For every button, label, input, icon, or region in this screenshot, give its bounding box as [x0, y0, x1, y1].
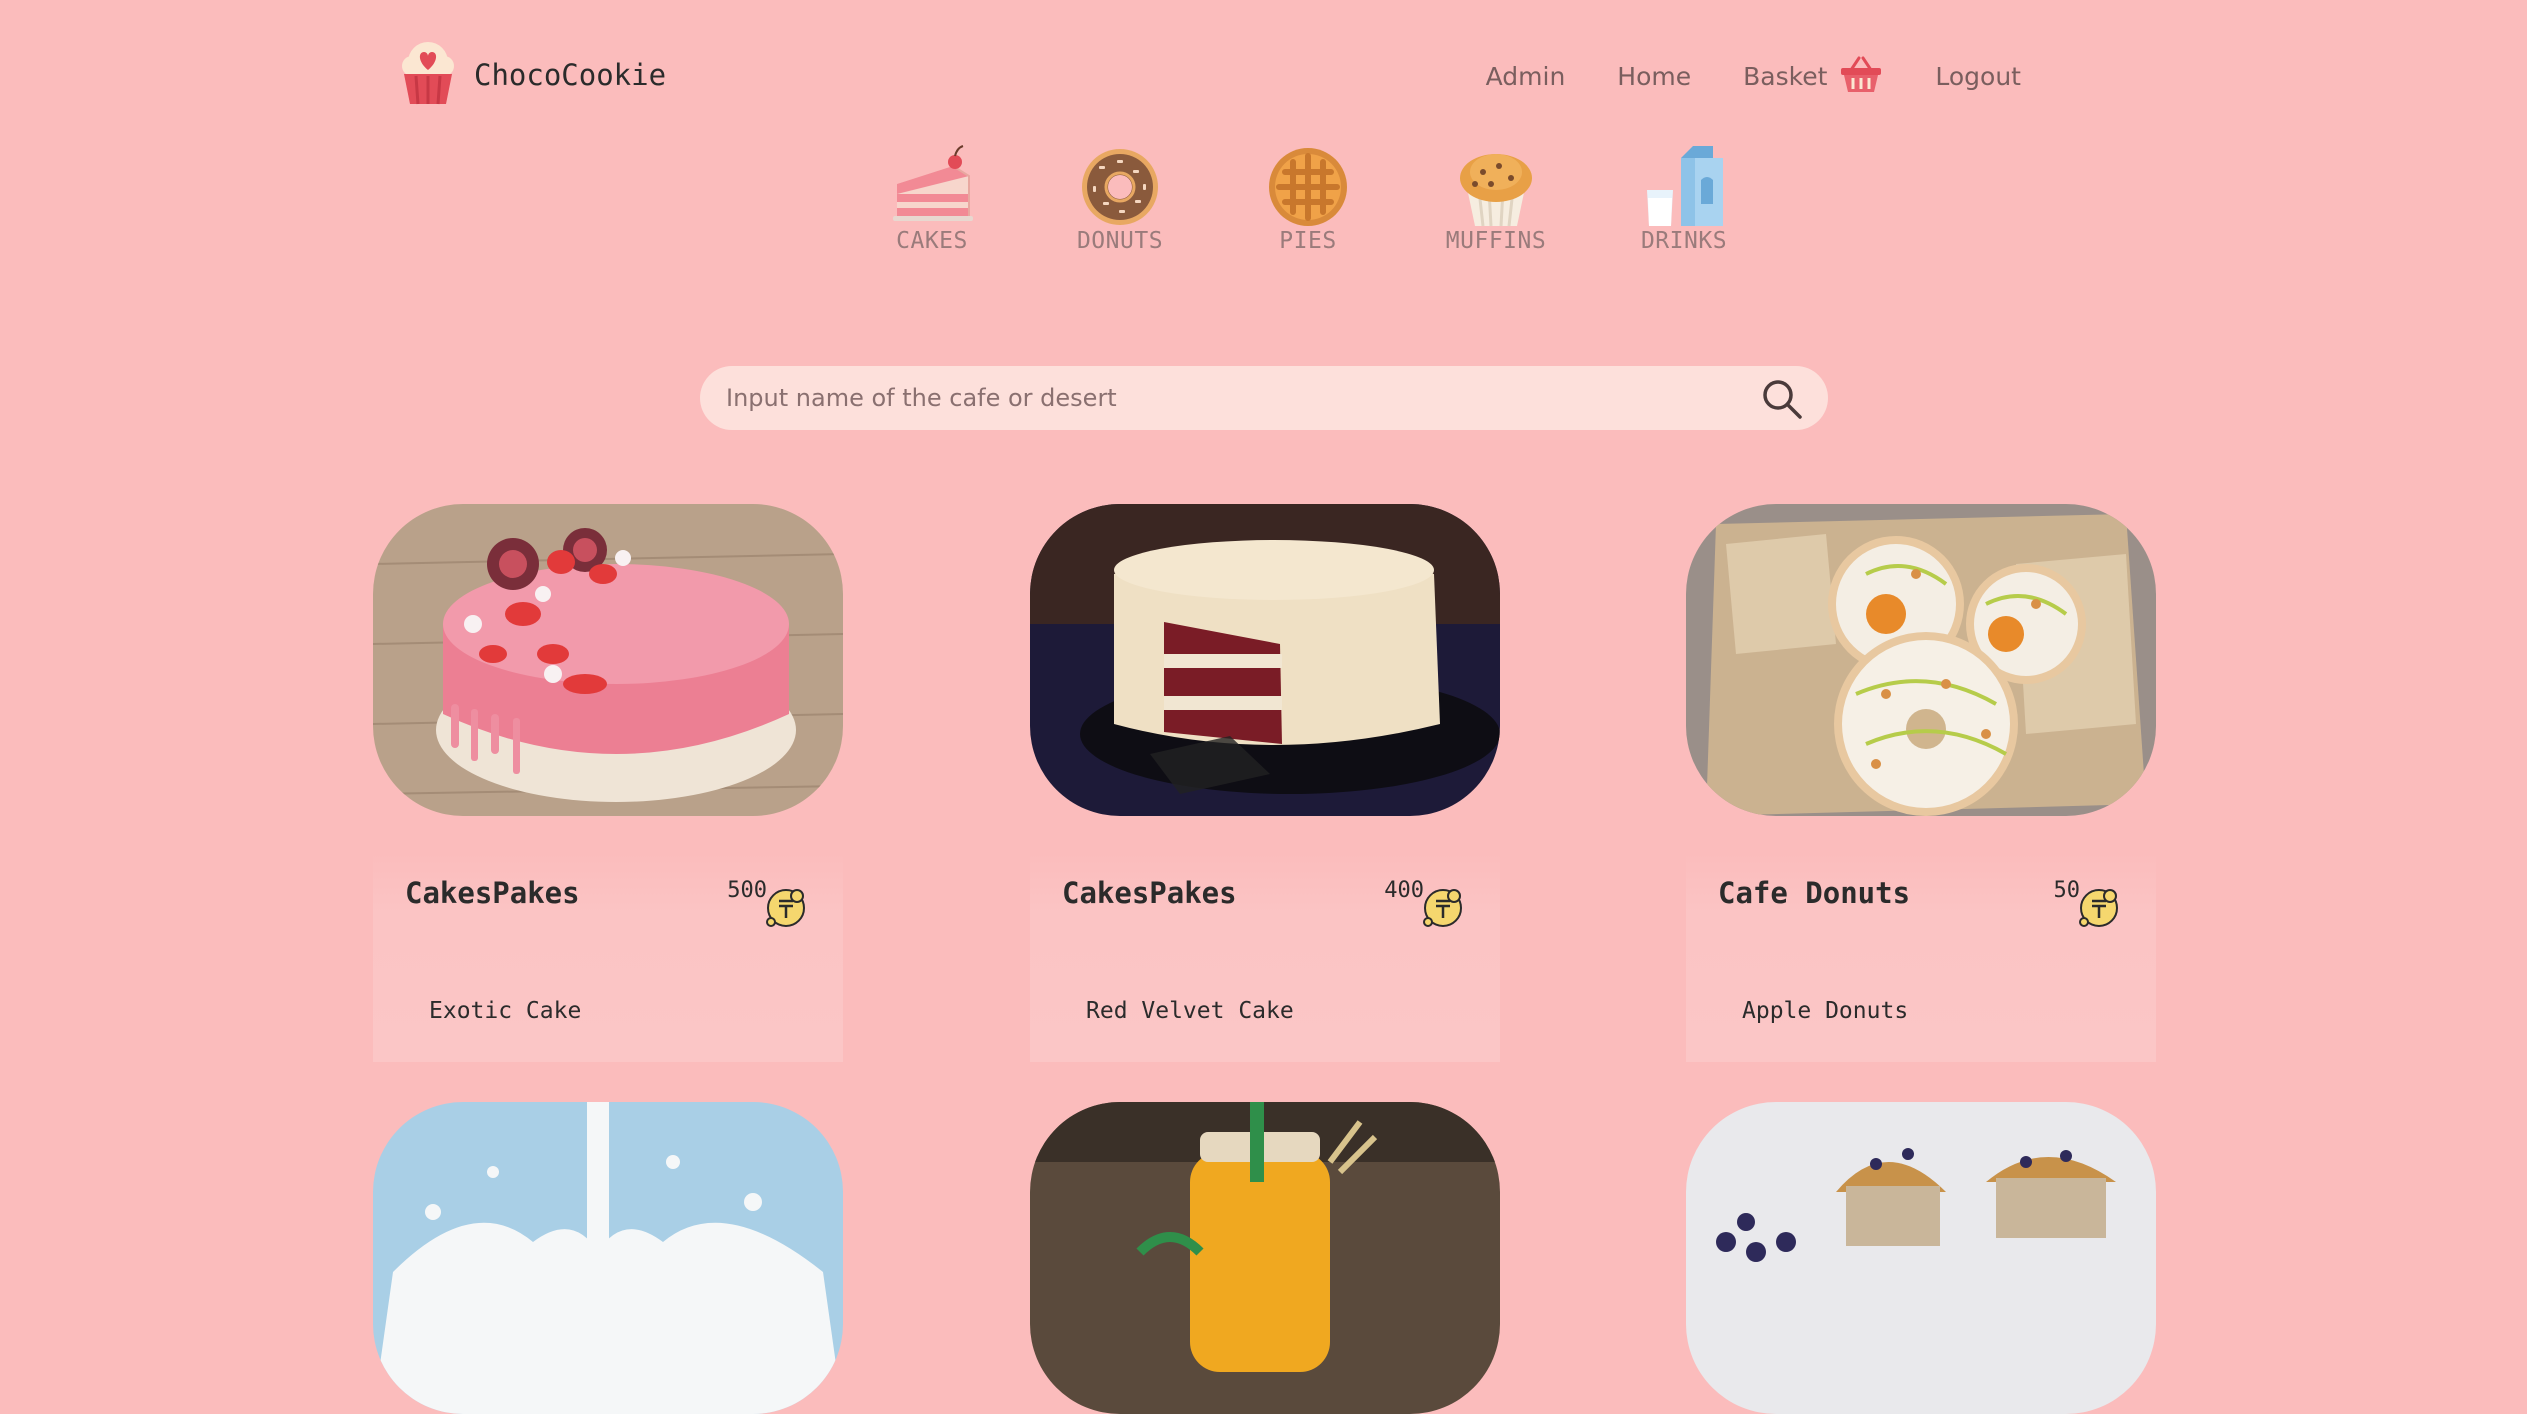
brand-name: ChocoCookie [474, 58, 667, 92]
milk-icon [1647, 146, 1723, 226]
category-label: MUFFINS [1445, 228, 1547, 254]
tenge-coin-icon [765, 886, 807, 932]
main-nav: Admin Home Basket Logout [1486, 54, 2021, 98]
search-icon[interactable] [1762, 379, 1802, 423]
search-bar [700, 366, 1828, 430]
category-muffins[interactable]: MUFFINS [1402, 144, 1590, 254]
nav-home[interactable]: Home [1617, 62, 1691, 91]
item-name: Red Velvet Cake [1086, 998, 1294, 1024]
category-label: DONUTS [1076, 228, 1164, 254]
card-info: CakesPakes 400 Red Velvet Cake [1030, 852, 1500, 1062]
category-cakes[interactable]: CAKES [838, 144, 1026, 254]
category-pies[interactable]: PIES [1214, 144, 1402, 254]
nav-basket[interactable]: Basket [1743, 54, 1883, 98]
price: 500 [727, 878, 767, 903]
pink-cake-photo [373, 504, 843, 816]
basket-icon [1839, 54, 1883, 98]
cake-slice-icon [893, 145, 973, 221]
category-label: DRINKS [1640, 228, 1728, 254]
item-name: Exotic Cake [429, 998, 582, 1024]
donut-icon [1082, 149, 1158, 225]
category-label: PIES [1279, 228, 1337, 254]
product-card[interactable]: CakesPakes 500 Exotic Cake [373, 504, 843, 1062]
category-drinks[interactable]: DRINKS [1590, 144, 1778, 254]
tenge-coin-icon [1422, 886, 1464, 932]
category-bar: CAKES DONUTS PIES MUFFINS DRINKS [838, 144, 1778, 254]
blueberry-muffins-photo [1686, 1102, 2156, 1414]
cafe-name: Cafe Donuts [1718, 876, 1911, 910]
tenge-coin-icon [2078, 886, 2120, 932]
orange-juice-photo [1030, 1102, 1500, 1414]
cafe-name: CakesPakes [1062, 876, 1237, 910]
item-name: Apple Donuts [1742, 998, 1909, 1024]
product-card[interactable] [1030, 1102, 1500, 1414]
product-card[interactable]: Cafe Donuts 50 Apple Donuts [1686, 504, 2156, 1062]
milk-splash-photo [373, 1102, 843, 1414]
product-card[interactable] [1686, 1102, 2156, 1414]
nav-admin[interactable]: Admin [1486, 62, 1566, 91]
category-label: CAKES [896, 228, 968, 254]
nav-basket-label: Basket [1743, 61, 1828, 91]
red-velvet-cake-photo [1030, 504, 1500, 816]
muffin-icon [1460, 154, 1532, 227]
card-info: Cafe Donuts 50 Apple Donuts [1686, 852, 2156, 1062]
product-card[interactable] [373, 1102, 843, 1414]
pie-icon [1269, 148, 1347, 226]
price: 400 [1384, 878, 1424, 903]
nav-logout[interactable]: Logout [1935, 62, 2021, 91]
product-card[interactable]: CakesPakes 400 Red Velvet Cake [1030, 504, 1500, 1062]
search-input[interactable] [724, 383, 1728, 413]
brand-logo[interactable]: ChocoCookie [396, 40, 666, 110]
donuts-photo [1686, 504, 2156, 816]
cafe-name: CakesPakes [405, 876, 580, 910]
cupcake-logo-icon [396, 40, 460, 110]
price: 50 [2053, 878, 2081, 903]
category-donuts[interactable]: DONUTS [1026, 144, 1214, 254]
card-info: CakesPakes 500 Exotic Cake [373, 852, 843, 1062]
